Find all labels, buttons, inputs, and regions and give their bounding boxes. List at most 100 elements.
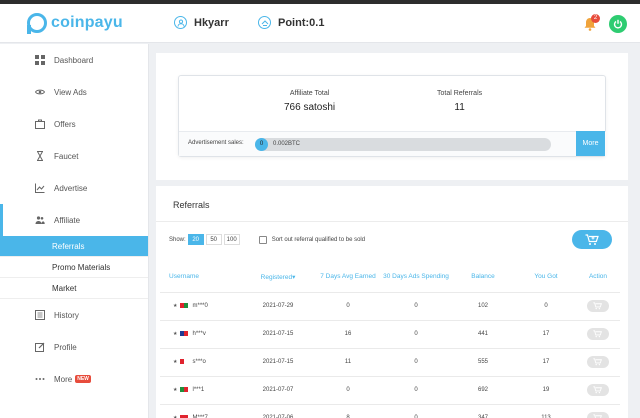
- sidebar-item-label: Dashboard: [54, 55, 94, 65]
- total-referrals-label: Total Referrals: [437, 90, 483, 97]
- affiliate-total-stat: Affiliate Total 766 satoshi: [284, 90, 335, 113]
- sidebar-item-history[interactable]: History: [0, 299, 148, 331]
- cell-30days-ads-spending: 0: [382, 347, 450, 376]
- cell-action: [576, 291, 620, 320]
- summary-panel: Affiliate Total 766 satoshi Total Referr…: [178, 75, 606, 157]
- sell-referral-button[interactable]: [587, 412, 609, 418]
- sidebar-subitem-promo-materials[interactable]: Promo Materials: [0, 257, 148, 278]
- new-badge: NEW: [75, 375, 91, 383]
- sidebar-item-label: History: [54, 310, 79, 320]
- cell-30days-ads-spending: 0: [382, 319, 450, 348]
- sort-qualified-label: Sort out referral qualified to be sold: [271, 236, 366, 243]
- total-referrals-value: 11: [454, 102, 465, 113]
- advertisement-sales-bar: Advertisement sales: 0 0.002BTC: [179, 131, 606, 156]
- cell-username: ★ m***0: [160, 291, 242, 320]
- edit-icon: [35, 342, 45, 352]
- col-30days-ads-spending: 30 Days Ads Spending: [383, 273, 449, 281]
- country-flag-icon: [180, 302, 189, 308]
- eye-icon: [35, 89, 45, 95]
- cell-registered: 2021-07-06: [242, 403, 314, 418]
- cell-you-got: 17: [516, 347, 576, 376]
- chart-icon: [35, 183, 45, 193]
- username-label: Hkyarr: [194, 16, 229, 29]
- username-text: h***v: [192, 331, 206, 338]
- logo-mark-icon: [27, 13, 47, 34]
- sell-referral-button[interactable]: [587, 384, 609, 396]
- user-info[interactable]: Hkyarr: [174, 16, 229, 29]
- cart-button[interactable]: [572, 230, 612, 249]
- country-flag-icon: [180, 386, 189, 392]
- cell-30days-ads-spending: 0: [382, 403, 450, 418]
- sidebar-item-label: Offers: [54, 119, 76, 129]
- points-info: Point:0.1: [258, 16, 324, 29]
- cell-action: [576, 375, 620, 404]
- col-username[interactable]: Username: [160, 262, 242, 292]
- affiliate-summary-card: Affiliate Total 766 satoshi Total Referr…: [156, 53, 628, 180]
- cart-icon: [593, 330, 602, 338]
- divider: [156, 221, 628, 222]
- cell-7days-avg-earned: 16: [314, 319, 382, 348]
- table-row: ★ s***o 2021-07-15 11 0 555 17: [160, 347, 620, 376]
- briefcase-icon: [35, 119, 45, 129]
- sell-referral-button[interactable]: [587, 356, 609, 368]
- col-balance: Balance: [471, 273, 495, 281]
- cell-action: [576, 347, 620, 376]
- page-size-100[interactable]: 100: [223, 234, 240, 245]
- cart-icon: [593, 386, 602, 394]
- sell-referral-button[interactable]: [587, 300, 609, 312]
- cell-username: ★M***7: [160, 403, 242, 418]
- cell-balance: 555: [450, 347, 516, 376]
- sidebar-subitem-referrals[interactable]: Referrals: [0, 236, 148, 257]
- sidebar-subitem-market[interactable]: Market: [0, 278, 148, 299]
- sidebar-item-label: Advertise: [54, 183, 88, 193]
- page-size-50[interactable]: 50: [205, 234, 222, 245]
- cell-registered: 2021-07-15: [242, 347, 314, 376]
- sidebar-item-faucet[interactable]: Faucet: [0, 140, 148, 172]
- col-you-got: You Got: [534, 273, 558, 281]
- adv-sales-amount: 0.002BTC: [273, 141, 301, 147]
- star-icon: ★: [173, 359, 178, 366]
- cell-30days-ads-spending: 0: [382, 375, 450, 404]
- sidebar-item-more[interactable]: More NEW: [0, 363, 148, 395]
- country-flag-icon: [180, 358, 189, 364]
- sidebar-item-advertise[interactable]: Advertise: [0, 172, 148, 204]
- table-header-row: Username Registered▾ 7 Days Avg Earned 3…: [160, 262, 620, 292]
- table-row: ★ h***v 2021-07-15 16 0 441 17: [160, 319, 620, 348]
- sidebar-item-offers[interactable]: Offers: [0, 108, 148, 140]
- sidebar-item-profile[interactable]: Profile: [0, 331, 148, 363]
- page-size-20[interactable]: 20: [187, 234, 204, 245]
- sidebar-item-view-ads[interactable]: View Ads: [0, 76, 148, 108]
- show-controls: Show: 20 50 100 Sort out referral qualif…: [169, 234, 365, 245]
- brand-logo[interactable]: coinpayu: [27, 13, 123, 34]
- cell-you-got: 0: [516, 291, 576, 320]
- more-button[interactable]: More: [576, 131, 605, 156]
- power-button[interactable]: [609, 15, 627, 33]
- hourglass-icon: [37, 151, 43, 161]
- cell-balance: 347: [450, 403, 516, 418]
- cell-balance: 692: [450, 375, 516, 404]
- affiliate-total-label: Affiliate Total: [289, 90, 330, 97]
- table-row: ★ m***0 2021-07-29 0 0 102 0: [160, 291, 620, 320]
- username-text: m***0: [192, 303, 208, 310]
- col-7days-avg-earned: 7 Days Avg Earned: [320, 273, 376, 281]
- show-label: Show:: [169, 236, 186, 243]
- cell-you-got: 19: [516, 375, 576, 404]
- cell-7days-avg-earned: 0: [314, 375, 382, 404]
- col-registered[interactable]: Registered▾: [242, 262, 314, 292]
- cell-7days-avg-earned: 8: [314, 403, 382, 418]
- sell-referral-button[interactable]: [587, 328, 609, 340]
- cell-username: ★ s***o: [160, 347, 242, 376]
- sidebar-item-dashboard[interactable]: Dashboard: [0, 44, 148, 76]
- adv-sales-progress: 0 0.002BTC: [255, 138, 551, 151]
- adv-sales-label: Advertisement sales:: [188, 140, 244, 146]
- star-icon: ★: [173, 331, 178, 338]
- sort-qualified-checkbox[interactable]: [258, 235, 267, 244]
- power-icon: [613, 19, 623, 29]
- username-text: l***1: [192, 387, 205, 394]
- cart-icon: [593, 414, 602, 418]
- user-icon: [174, 16, 187, 29]
- cell-you-got: 113: [516, 403, 576, 418]
- cart-icon: [593, 302, 602, 310]
- sidebar-item-affiliate[interactable]: Affiliate: [0, 204, 148, 236]
- sidebar-item-label: More: [54, 374, 73, 384]
